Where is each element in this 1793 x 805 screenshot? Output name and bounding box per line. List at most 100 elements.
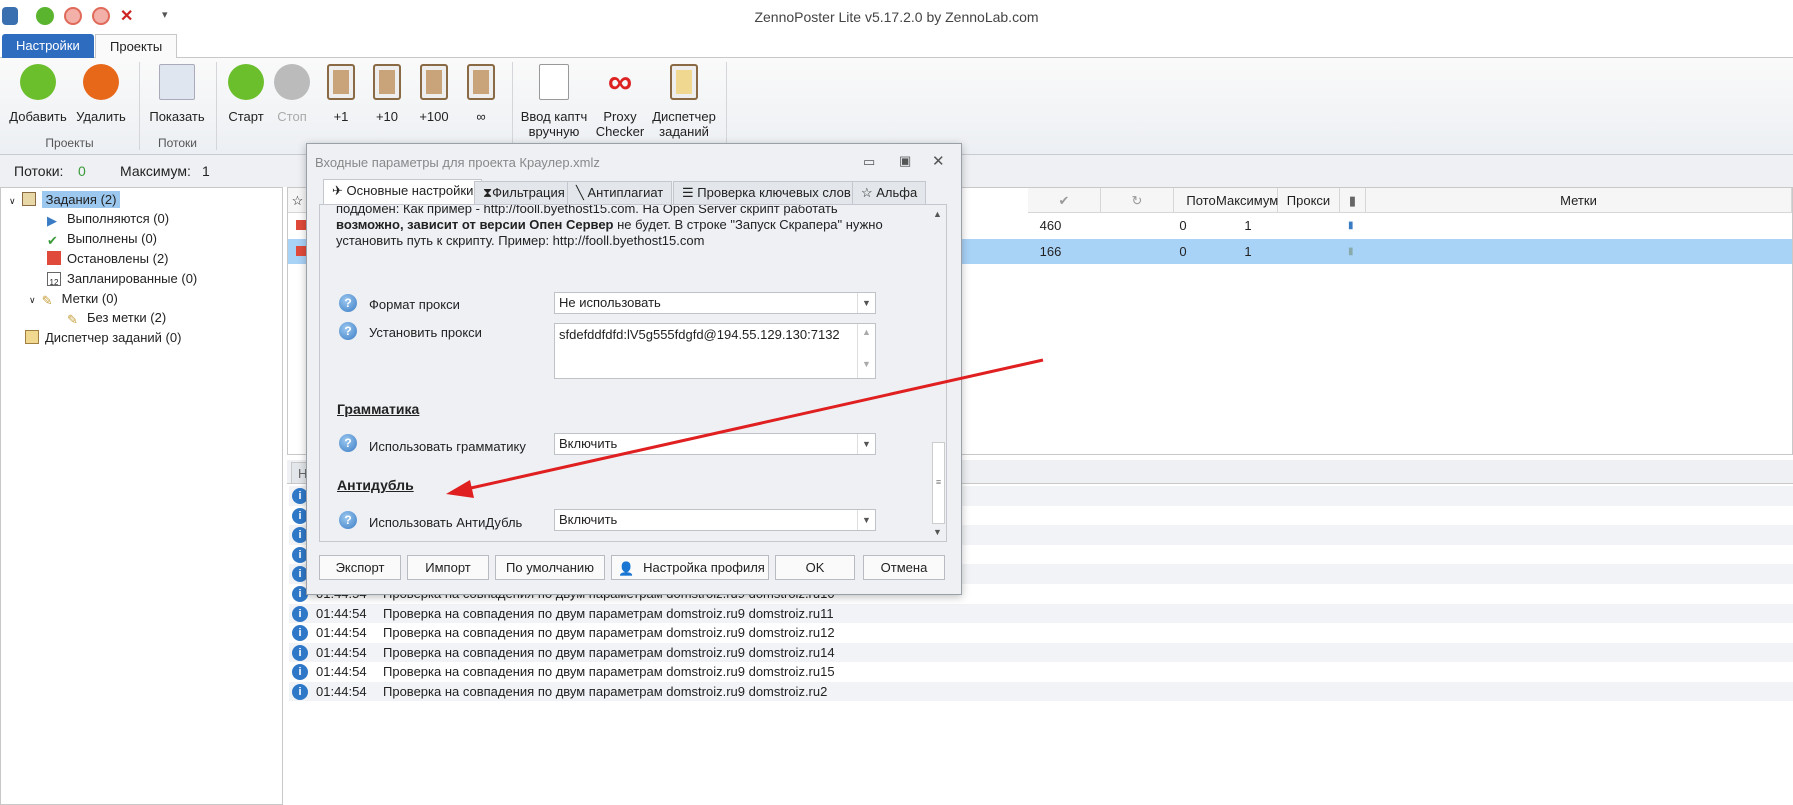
- stop-icon: [47, 251, 61, 265]
- grammar-label: Использовать грамматику: [369, 439, 526, 454]
- play-icon: ▶: [47, 213, 57, 228]
- tree-item-done[interactable]: ✔ Выполнены (0): [47, 229, 157, 249]
- tree-item-scheduled[interactable]: 12 Запланированные (0): [47, 269, 197, 289]
- captcha-manual-button[interactable]: Ввод каптч вручную: [518, 64, 590, 139]
- task-tree: ∨ Задания (2) ▶ Выполняются (0) ✔ Выполнены…: [0, 187, 283, 805]
- ribbon: Добавить Удалить Показать Старт Стоп +1 …: [0, 58, 1793, 155]
- info-icon: i: [292, 625, 308, 641]
- description-text: поддомен: Как пример - http://fooll.byet…: [336, 204, 883, 248]
- check-icon: ✔: [47, 233, 58, 248]
- clipboard-icon: [327, 64, 355, 100]
- defaults-button[interactable]: По умолчанию: [495, 555, 605, 580]
- import-button[interactable]: Импорт: [407, 555, 489, 580]
- calendar-icon: 12: [47, 272, 61, 287]
- export-button[interactable]: Экспорт: [319, 555, 401, 580]
- info-icon: i: [292, 664, 308, 680]
- proxy-format-select[interactable]: Не использовать ▼: [554, 292, 876, 314]
- maximize-icon[interactable]: ▣: [899, 153, 911, 169]
- tab-antiplagiarism[interactable]: ╲ Антиплагиат: [567, 181, 673, 205]
- minimize-icon[interactable]: ▭: [863, 154, 875, 170]
- stop-button[interactable]: Стоп: [272, 64, 312, 124]
- column-header-star[interactable]: ☆: [288, 188, 308, 213]
- tree-item-untagged[interactable]: ✎ Без метки (2): [67, 308, 166, 328]
- proxy-textarea[interactable]: sfdefddfdfd:lV5g555fdgfd@194.55.129.130:…: [554, 323, 876, 379]
- column-header-priority[interactable]: ▮: [1340, 188, 1366, 213]
- add-button[interactable]: Добавить: [8, 64, 68, 124]
- threads-label: Потоки:: [14, 163, 64, 179]
- group-label-projects: Проекты: [45, 136, 94, 150]
- max-value: 1: [202, 163, 210, 179]
- log-row[interactable]: i01:44:54Проверка на совпадения по двум …: [289, 662, 1793, 682]
- log-row[interactable]: i01:44:54Проверка на совпадения по двум …: [289, 642, 1793, 662]
- ok-button[interactable]: OK: [775, 555, 855, 580]
- column-header-tags[interactable]: Метки: [1366, 188, 1792, 213]
- log-row[interactable]: i01:44:54Проверка на совпадения по двум …: [289, 623, 1793, 643]
- settings-panel: поддомен: Как пример - http://fooll.byet…: [319, 204, 947, 542]
- tab-settings[interactable]: Настройки: [2, 34, 94, 58]
- column-header-done[interactable]: ✔: [1028, 188, 1101, 213]
- task-manager-button[interactable]: Диспетчер заданий: [650, 64, 718, 139]
- column-header-repeat[interactable]: ↻: [1101, 188, 1174, 213]
- clipboard-icon: [420, 64, 448, 100]
- infinity-icon: ∞: [607, 63, 633, 101]
- chevron-down-icon[interactable]: ▼: [857, 510, 875, 530]
- start-button[interactable]: Старт: [224, 64, 268, 124]
- tree-item-tasks[interactable]: ∨ Задания (2): [9, 190, 281, 210]
- max-label: Максимум:: [120, 163, 191, 179]
- add-infinite-button[interactable]: ∞: [462, 64, 500, 124]
- stop-icon: [296, 246, 306, 256]
- textarea-scrollbar[interactable]: ▲ ▼: [857, 324, 875, 378]
- documents-icon: [25, 330, 39, 344]
- user-icon: 👤: [618, 561, 635, 576]
- add-100-button[interactable]: +100: [414, 64, 454, 124]
- column-header-proxy[interactable]: Прокси: [1278, 188, 1340, 213]
- cancel-button[interactable]: Отмена: [863, 555, 945, 580]
- chevron-down-icon[interactable]: ▼: [857, 434, 875, 454]
- tab-main-settings[interactable]: ✈ Основные настройки: [323, 179, 483, 205]
- threads-value: 0: [78, 163, 86, 179]
- windows-icon: [159, 64, 195, 100]
- vertical-scrollbar[interactable]: ▲ ≡ ▼: [930, 205, 946, 541]
- captcha-icon: [539, 64, 569, 100]
- add-1-button[interactable]: +1: [322, 64, 360, 124]
- group-label-threads: Потоки: [157, 136, 198, 150]
- tag-icon: ✎: [41, 293, 53, 308]
- tab-alpha[interactable]: ☆ Альфа: [852, 181, 927, 205]
- tag-icon: ✎: [67, 312, 78, 327]
- profile-settings-button[interactable]: 👤 Настройка профиля: [611, 555, 769, 580]
- antidup-label: Использовать АнтиДубль: [369, 515, 523, 530]
- delete-button[interactable]: Удалить: [72, 64, 130, 124]
- proxy-checker-button[interactable]: ∞ Proxy Checker: [594, 64, 646, 139]
- priority-icon: ▮: [1348, 220, 1354, 231]
- project-input-dialog: Входные параметры для проекта Краулер.xm…: [306, 143, 962, 595]
- column-header-max[interactable]: Максимум: [1216, 188, 1278, 213]
- log-row[interactable]: i01:44:54Проверка на совпадения по двум …: [289, 603, 1793, 623]
- help-icon[interactable]: ?: [339, 434, 357, 452]
- chevron-down-icon[interactable]: ▼: [857, 293, 875, 313]
- grammar-select[interactable]: Включить ▼: [554, 433, 876, 455]
- info-icon: i: [292, 644, 308, 661]
- dialog-title: Входные параметры для проекта Краулер.xm…: [315, 155, 600, 170]
- tree-item-stopped[interactable]: Остановлены (2): [47, 249, 169, 269]
- plus-icon: [20, 64, 56, 100]
- add-10-button[interactable]: +10: [368, 64, 406, 124]
- tree-item-running[interactable]: ▶ Выполняются (0): [47, 209, 169, 229]
- stop-icon: [296, 220, 306, 230]
- proxy-format-label: Формат прокси: [369, 297, 460, 312]
- close-icon[interactable]: ✕: [932, 152, 945, 170]
- show-button[interactable]: Показать: [146, 64, 208, 124]
- scrollbar-thumb[interactable]: ≡: [932, 442, 945, 524]
- help-icon[interactable]: ?: [339, 322, 357, 340]
- tab-filtering[interactable]: ⧗Фильтрация: [474, 181, 574, 205]
- minus-icon: [83, 64, 119, 100]
- antidup-select[interactable]: Включить ▼: [554, 509, 876, 531]
- help-icon[interactable]: ?: [339, 511, 357, 529]
- tree-item-task-manager[interactable]: Диспетчер заданий (0): [25, 328, 181, 348]
- tab-keyword-check[interactable]: ☰ Проверка ключевых слов: [673, 181, 860, 205]
- play-icon: [228, 64, 264, 100]
- tab-projects[interactable]: Проекты: [95, 34, 178, 59]
- log-row[interactable]: i01:44:54Проверка на совпадения по двум …: [289, 681, 1793, 701]
- tree-item-tags[interactable]: ∨ ✎ Метки (0): [29, 289, 118, 309]
- help-icon[interactable]: ?: [339, 294, 357, 312]
- clipboard-icon: [467, 64, 495, 100]
